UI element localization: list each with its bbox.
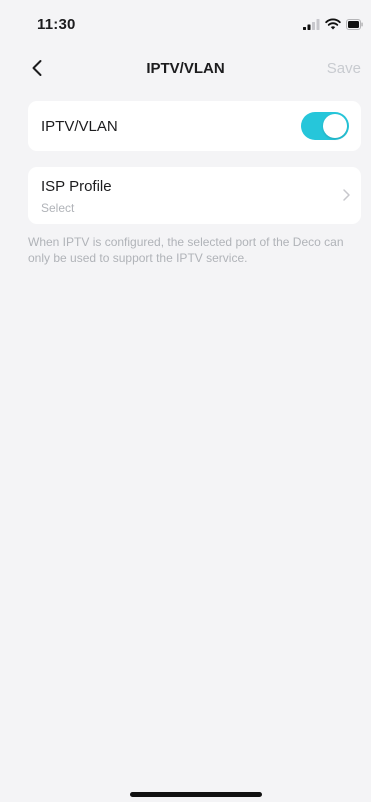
status-icons bbox=[303, 17, 363, 35]
wifi-icon bbox=[325, 17, 341, 35]
isp-profile-value: Select bbox=[41, 201, 75, 215]
cellular-signal-icon bbox=[303, 17, 320, 35]
iptv-vlan-row: IPTV/VLAN bbox=[28, 101, 361, 151]
iptv-vlan-label: IPTV/VLAN bbox=[41, 118, 118, 135]
nav-bar: IPTV/VLAN Save bbox=[0, 50, 371, 88]
isp-profile-row[interactable]: ISP Profile Select bbox=[28, 167, 361, 224]
chevron-right-icon bbox=[341, 188, 351, 202]
isp-profile-label: ISP Profile bbox=[41, 178, 112, 195]
page-title: IPTV/VLAN bbox=[146, 60, 225, 77]
home-indicator bbox=[130, 792, 262, 797]
iptv-vlan-toggle[interactable] bbox=[301, 112, 349, 140]
status-bar: 11:30 bbox=[0, 0, 371, 44]
toggle-knob bbox=[323, 114, 347, 138]
save-button[interactable]: Save bbox=[327, 60, 361, 77]
status-time: 11:30 bbox=[37, 16, 76, 33]
iptv-info-note: When IPTV is configured, the selected po… bbox=[28, 235, 344, 265]
battery-icon bbox=[346, 17, 363, 35]
